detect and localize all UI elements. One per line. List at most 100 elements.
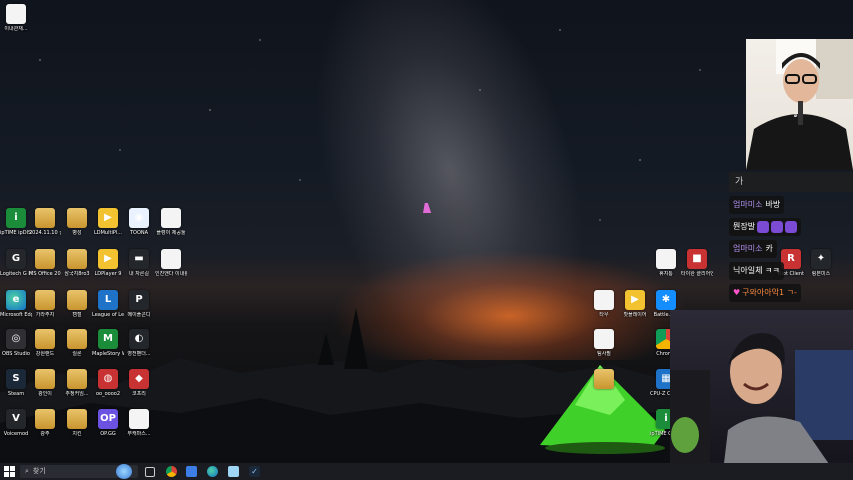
icon-label: 치킨 xyxy=(72,431,82,437)
desktop-icon[interactable]: 광인이 xyxy=(29,369,61,397)
search-placeholder: 찾기 xyxy=(32,467,46,475)
desktop-icon[interactable]: 2024.11.10 결과론 정... xyxy=(29,208,61,236)
chat-nick: 엄마미소 xyxy=(733,244,763,253)
icon-label: Logitech G HUB xyxy=(0,271,32,277)
desktop-icon[interactable]: ■ 타이완 클리어엔트 xyxy=(681,249,713,277)
task-view-icon[interactable] xyxy=(145,467,155,477)
icon-label: League of Legends xyxy=(92,312,124,318)
icon-label: 타이완 클리어엔트 xyxy=(681,271,713,277)
desktop-icon[interactable]: 삼국지8ro3 xyxy=(61,249,93,277)
desktop-icon[interactable]: 릴론 xyxy=(61,329,93,357)
folder-icon xyxy=(35,249,55,269)
edge-taskbar-icon[interactable] xyxy=(207,466,218,477)
desktop-icon[interactable]: MS Office 2016 64bit xyxy=(29,249,61,277)
chat-text: 뭔장발 xyxy=(733,222,756,231)
desktop-icon[interactable]: ▶ LDPlayer 9 xyxy=(92,249,124,277)
desktop-icon[interactable]: ▬ 내 자른길 xyxy=(123,249,155,277)
app-icon: ◆ xyxy=(129,369,149,389)
streamer-webcam: 𝓼 xyxy=(746,39,853,170)
start-button[interactable] xyxy=(4,466,15,477)
app-taskbar-icon[interactable] xyxy=(186,466,197,477)
desktop-icon[interactable]: 휴지통 xyxy=(650,249,682,277)
potplayer-icon: ▶ xyxy=(625,290,645,310)
desktop-icon[interactable]: 추정커임... xyxy=(61,369,93,397)
app-icon: ▬ xyxy=(129,249,149,269)
chrome-taskbar-icon[interactable] xyxy=(166,466,177,477)
desktop-icon[interactable]: V Voicemod xyxy=(0,409,32,437)
icon-label: 캠철 xyxy=(72,312,82,318)
recycle-bin-icon xyxy=(656,249,676,269)
icon-label: Voicemod xyxy=(3,431,29,437)
desktop-icon[interactable]: 광주 xyxy=(29,409,61,437)
desktop-icon[interactable] xyxy=(588,369,620,391)
desktop-icon[interactable]: ◎ OBS Studio xyxy=(0,329,32,357)
app-icon: ◐ xyxy=(129,329,149,349)
file-icon xyxy=(594,290,614,310)
folder-icon xyxy=(67,208,87,228)
maplestory-worlds-icon: M xyxy=(98,329,118,349)
desktop-icon[interactable]: 캠철 xyxy=(61,290,93,318)
desktop-icon[interactable]: 부캐마스... xyxy=(123,409,155,437)
desktop-icon[interactable]: ◐ 영전팬더... xyxy=(123,329,155,357)
folder-icon xyxy=(35,409,55,429)
folder-icon xyxy=(67,249,87,269)
icon-label: MS Office 2016 64bit xyxy=(29,271,61,277)
icon-label: 영전팬더... xyxy=(127,351,151,357)
folder-icon xyxy=(67,329,87,349)
icon-label: LDPlayer 9 xyxy=(94,271,122,277)
chat-message: ♥ 구와아아악1 ㄱ- xyxy=(729,284,801,302)
desktop-icon[interactable]: 가라주지 xyxy=(29,290,61,318)
icon-label: 삼국지8ro3 xyxy=(64,271,90,277)
icon-label: 휴지통 xyxy=(659,271,673,277)
desktop-icon[interactable]: ◉ TOONA xyxy=(123,208,155,236)
stream-chat-overlay: 가 엄마미소 바방 뭔장발 엄마미소 카 닉아일체 ㅋㅋ ♥ 구와아아악1 ㄱ- xyxy=(729,172,853,302)
weather-icon[interactable] xyxy=(116,464,132,479)
icon-label: 릴론 xyxy=(72,351,82,357)
icon-label: 이내관재... xyxy=(4,26,28,32)
file-icon xyxy=(594,329,614,349)
desktop-icon[interactable]: i ipTIME ipDISK Drive xyxy=(0,208,32,236)
desktop-icon[interactable]: 이내관재... xyxy=(0,4,32,32)
desktop-icon[interactable]: 플렝이 제공툴 xyxy=(155,208,187,236)
icon-label: 메이플콘디 xyxy=(127,312,151,318)
chat-header: 가 xyxy=(729,172,853,192)
guest-webcam-figure xyxy=(670,333,853,480)
desktop-icon[interactable]: M MapleStory Worlds xyxy=(92,329,124,357)
ldplayer-icon: ▶ xyxy=(98,208,118,228)
app-icon: P xyxy=(129,290,149,310)
desktop-icon[interactable]: e Microsoft Edge xyxy=(0,290,32,318)
notepad-taskbar-icon[interactable] xyxy=(228,466,239,477)
folder-icon xyxy=(35,208,55,228)
file-icon xyxy=(161,208,181,228)
icon-label: 가라주지 xyxy=(35,312,55,318)
icon-label: 추정커임... xyxy=(65,391,89,397)
icon-label: 코프리 xyxy=(132,391,146,397)
desktop-icon[interactable]: ▶ 팟플레이어 xyxy=(619,290,651,318)
icon-label: 광인이 xyxy=(38,391,52,397)
desktop-icon[interactable]: ▶ LDMultiPl... xyxy=(92,208,124,236)
iptime-icon: i xyxy=(6,208,26,228)
desktop-icon[interactable]: 강원랜드 xyxy=(29,329,61,357)
desktop-icon[interactable]: 팀사필 xyxy=(588,329,620,357)
desktop-icon[interactable]: S Steam xyxy=(0,369,32,397)
desktop-icon[interactable]: 치킨 xyxy=(61,409,93,437)
desktop-icon[interactable]: OP OP.GG xyxy=(92,409,124,437)
icon-label: MapleStory Worlds xyxy=(92,351,124,357)
search-icon: ⌕ xyxy=(25,467,29,475)
chat-message: 엄마미소 카 xyxy=(729,240,777,258)
toona-icon: ◉ xyxy=(129,208,149,228)
chat-text: 구와아아악1 ㄱ- xyxy=(742,288,797,297)
desktop-icon[interactable]: 병성 xyxy=(61,208,93,236)
desktop-icon[interactable]: 인진앤다 이내활운... xyxy=(155,249,187,277)
desktop-icon[interactable]: 타우 xyxy=(588,290,620,318)
streamer-webcam-figure: 𝓼 xyxy=(746,39,853,170)
desktop-icon[interactable]: P 메이플콘디 xyxy=(123,290,155,318)
app-icon: ◍ xyxy=(98,369,118,389)
chat-nick: 엄마미소 xyxy=(733,200,763,209)
desktop-icon[interactable]: G Logitech G HUB xyxy=(0,249,32,277)
desktop-icon[interactable]: ◍ oo_oooo2 xyxy=(92,369,124,397)
desktop-icon[interactable]: ◆ 코프리 xyxy=(123,369,155,397)
steam-taskbar-icon[interactable]: ✓ xyxy=(249,466,260,477)
desktop-icon[interactable]: L League of Legends xyxy=(92,290,124,318)
icon-label: 타우 xyxy=(599,312,609,318)
